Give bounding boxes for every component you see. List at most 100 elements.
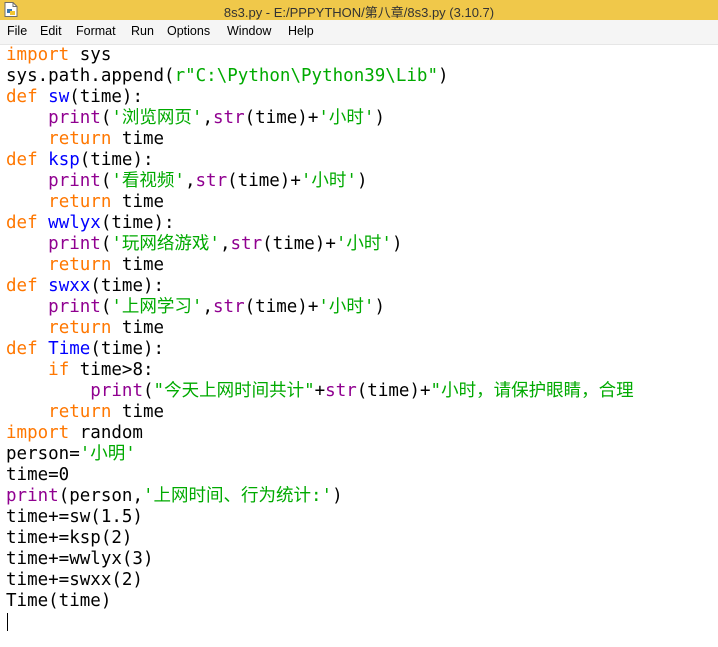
code-line[interactable]: print('玩网络游戏',str(time)+'小时') [6, 234, 403, 255]
code-builtin: str [213, 297, 245, 317]
code-builtin: print [48, 297, 101, 317]
menu-run[interactable]: Run [131, 24, 154, 38]
menu-window[interactable]: Window [227, 24, 271, 38]
code-text: random [69, 423, 143, 443]
code-text: (time)+ [227, 171, 301, 191]
title-bar[interactable]: 8s3.py - E:/PPPYTHON/第八章/8s3.py (3.10.7) [0, 0, 718, 20]
code-def-name: Time [48, 339, 91, 359]
menu-edit[interactable]: Edit [40, 24, 62, 38]
code-text: , [202, 297, 214, 317]
menu-format[interactable]: Format [76, 24, 116, 38]
code-text: ) [437, 66, 449, 86]
code-string: '上网时间、行为统计:' [142, 486, 333, 506]
code-text: (time)+ [262, 234, 336, 254]
code-line[interactable]: Time(time) [6, 591, 111, 612]
code-line[interactable]: print('上网学习',str(time)+'小时') [6, 297, 385, 318]
code-line[interactable]: return time [6, 192, 164, 213]
code-text: sys.path.append( [6, 66, 175, 86]
menu-options[interactable]: Options [167, 24, 210, 38]
code-keyword: def [6, 276, 38, 296]
code-def-name: ksp [48, 150, 80, 170]
code-line[interactable]: person='小明' [6, 444, 136, 465]
code-string: '上网学习' [111, 297, 203, 317]
code-editor[interactable]: import sys sys.path.append(r"C:\Python\Py… [0, 45, 718, 647]
code-line[interactable]: return time [6, 255, 164, 276]
menu-help[interactable]: Help [288, 24, 314, 38]
code-builtin: str [325, 381, 357, 401]
code-line[interactable]: time+=sw(1.5) [6, 507, 143, 528]
code-line[interactable]: def sw(time): [6, 87, 143, 108]
code-line[interactable]: print('浏览网页',str(time)+'小时') [6, 108, 385, 129]
code-text: ) [356, 171, 368, 191]
code-string: '小时' [318, 297, 375, 317]
code-line[interactable]: return time [6, 318, 164, 339]
code-text: Time(time) [6, 591, 112, 611]
code-line[interactable]: return time [6, 129, 164, 150]
code-def-name: swxx [48, 276, 91, 296]
code-line[interactable]: return time [6, 402, 164, 423]
code-line[interactable]: import sys [6, 45, 111, 66]
code-line[interactable]: def Time(time): [6, 339, 164, 360]
code-line[interactable]: print("今天上网时间共计"+str(time)+"小时，请保护眼睛，合理 [6, 381, 634, 402]
menu-file[interactable]: File [7, 24, 27, 38]
code-text: ( [100, 234, 112, 254]
code-text: (time): [90, 276, 165, 296]
code-line[interactable]: time+=wwlyx(3) [6, 549, 154, 570]
code-line[interactable]: time=0 [6, 465, 69, 486]
code-line[interactable]: if time>8: [6, 360, 154, 381]
code-builtin: print [48, 171, 101, 191]
code-string: '看视频' [111, 171, 185, 191]
code-line[interactable]: time+=swxx(2) [6, 570, 143, 591]
code-builtin: str [230, 234, 263, 254]
code-text: (time)+ [244, 108, 319, 128]
code-line[interactable]: def swxx(time): [6, 276, 164, 297]
code-text: time+=ksp(2) [6, 528, 133, 548]
code-keyword: import [6, 45, 70, 65]
code-text: ( [100, 108, 112, 128]
code-text: time=0 [6, 465, 70, 485]
code-string: "小时，请保护眼睛，合理 [430, 381, 634, 401]
code-line[interactable]: def wwlyx(time): [6, 213, 175, 234]
code-keyword: if [48, 360, 70, 380]
code-text: ) [391, 234, 403, 254]
code-text: (time): [100, 213, 175, 233]
code-text: ( [100, 297, 112, 317]
code-builtin: str [213, 108, 245, 128]
code-string: '小时' [335, 234, 392, 254]
code-keyword: def [6, 213, 38, 233]
code-text: ) [332, 486, 343, 506]
code-keyword: return [48, 129, 112, 149]
code-text: time [111, 192, 165, 212]
code-text: , [219, 234, 231, 254]
code-string: '小时' [300, 171, 357, 191]
code-keyword: def [6, 339, 38, 359]
code-text: time>8: [69, 360, 154, 380]
code-line[interactable]: sys.path.append(r"C:\Python\Python39\Lib… [6, 66, 449, 87]
code-text: ) [374, 108, 386, 128]
code-line[interactable]: print('看视频',str(time)+'小时') [6, 171, 368, 192]
code-keyword: def [6, 87, 38, 107]
code-text: time+=wwlyx(3) [6, 549, 154, 569]
code-string: '小时' [318, 108, 375, 128]
code-text: (time): [90, 339, 165, 359]
code-text: time+=swxx(2) [6, 570, 143, 590]
code-line[interactable]: time+=ksp(2) [6, 528, 132, 549]
code-def-name: sw [48, 87, 70, 107]
code-text: person= [6, 444, 80, 464]
code-line[interactable]: print(person,'上网时间、行为统计:') [6, 486, 343, 507]
window-title: 8s3.py - E:/PPPYTHON/第八章/8s3.py (3.10.7) [223, 5, 495, 20]
code-line[interactable]: def ksp(time): [6, 150, 154, 171]
code-text: (time): [79, 150, 154, 170]
code-line[interactable]: import random [6, 423, 143, 444]
code-builtin: print [90, 381, 143, 401]
